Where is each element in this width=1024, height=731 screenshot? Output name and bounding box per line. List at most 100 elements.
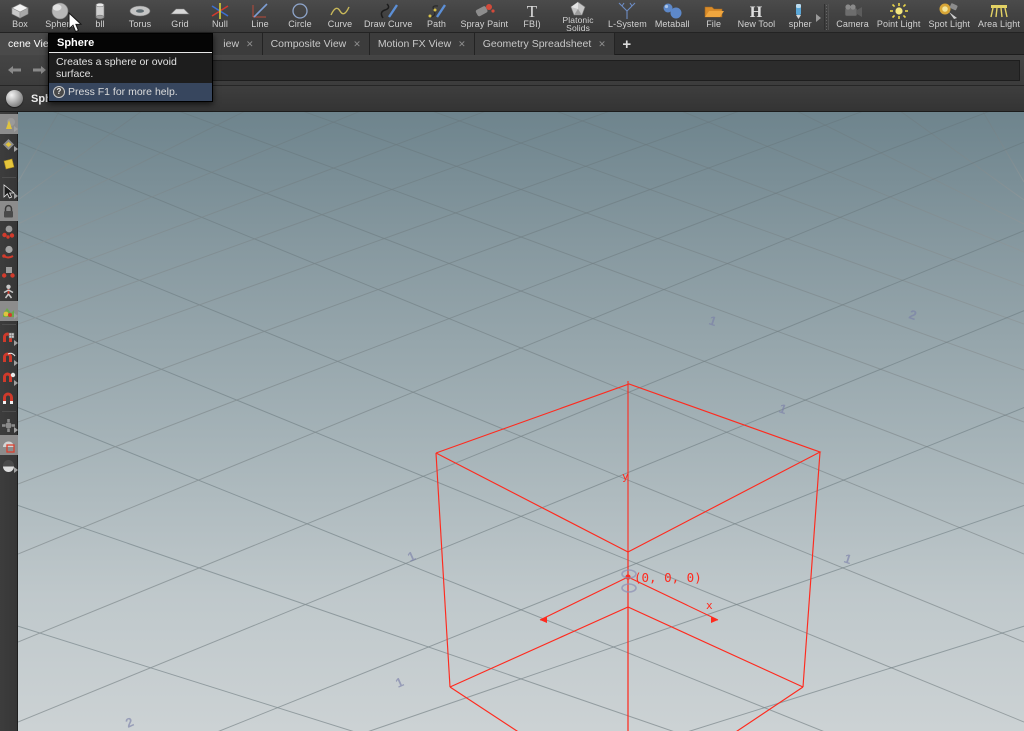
shelf-label: Area Light xyxy=(977,19,1020,29)
move-tool[interactable] xyxy=(0,221,18,241)
shelf-tool-l-system[interactable]: L-System xyxy=(604,0,651,33)
spot-light-icon xyxy=(934,1,964,20)
close-icon[interactable]: ✕ xyxy=(353,39,361,50)
origin-coordinate-label: (0, 0, 0) xyxy=(634,570,702,585)
area-light-icon xyxy=(984,1,1014,20)
shelf-label: Draw Curve xyxy=(363,19,413,29)
shelf-tool-box[interactable]: Box xyxy=(0,0,40,33)
tab-label: Geometry Spreadsheet xyxy=(482,38,592,50)
chevron-right-icon[interactable] xyxy=(13,467,18,473)
shelf-label: Metaball xyxy=(654,19,690,29)
shelf-label: L-System xyxy=(608,19,647,29)
shelf-label: Sphere xyxy=(45,19,75,29)
shelf-tool-line[interactable]: Line xyxy=(240,0,280,33)
shelf-separator[interactable] xyxy=(821,0,832,33)
x-axis-label: x xyxy=(706,599,713,612)
shelf-tool-area-light[interactable]: Area Light xyxy=(974,0,1024,33)
svg-text:H: H xyxy=(750,4,763,20)
shelf-tool-point-light[interactable]: Point Light xyxy=(873,0,925,33)
close-icon[interactable]: ✕ xyxy=(458,39,466,50)
shelf-tool-sphere[interactable]: Sphere xyxy=(40,0,80,33)
sphere-icon xyxy=(45,1,75,20)
shelf-tool-platonic-solids[interactable]: Platonic Solids xyxy=(552,0,604,33)
select-objects-tool[interactable] xyxy=(0,114,18,134)
tab-motion-fx-view[interactable]: Motion FX View ✕ xyxy=(369,33,475,55)
viewport-canvas: 2 1 1 2 1 1 1 y x (0, 0, 0) xyxy=(18,112,1024,731)
tooltip-description: Creates a sphere or ovoid surface. xyxy=(49,53,212,83)
chevron-right-icon[interactable] xyxy=(13,193,18,199)
shelf-tool-metaball[interactable]: Metaball xyxy=(651,0,694,33)
shelf-tool-draw-curve[interactable]: Draw Curve xyxy=(360,0,416,33)
shelf-tool-spray-paint[interactable]: Spray Paint xyxy=(456,0,512,33)
lock-icon xyxy=(4,204,13,217)
shelf-tool-null[interactable]: Null xyxy=(200,0,240,33)
shelf-tool-spot-light[interactable]: Spot Light xyxy=(924,0,974,33)
chevron-right-icon[interactable] xyxy=(13,146,18,152)
divider xyxy=(1,324,16,325)
forward-button[interactable] xyxy=(28,59,50,81)
scale-tool[interactable] xyxy=(0,261,18,281)
line-icon xyxy=(245,1,275,20)
shelf-tool-camera[interactable]: Camera xyxy=(832,0,873,33)
edit-pivot-tool[interactable] xyxy=(0,301,18,321)
chevron-right-icon[interactable] xyxy=(13,380,18,386)
svg-text:T: T xyxy=(527,2,538,20)
camera-icon xyxy=(838,1,868,20)
shelf-tool-grid[interactable]: Grid xyxy=(160,0,200,33)
null-icon xyxy=(205,1,235,20)
shelf-tool-new-tool[interactable]: H New Tool xyxy=(734,0,780,33)
shelf-tool-curve[interactable]: Curve xyxy=(320,0,360,33)
ground-grid xyxy=(18,112,1024,731)
file-icon xyxy=(699,1,729,20)
shelf-label: Null xyxy=(212,19,228,29)
scene-viewport[interactable]: 2 1 1 2 1 1 1 y x (0, 0, 0) xyxy=(18,112,1024,731)
shelf-tool-tube[interactable]: bll xyxy=(80,0,120,33)
magnet-curve-tool[interactable] xyxy=(0,348,18,368)
shelf-label: Point Light xyxy=(876,19,921,29)
display-options-tool[interactable] xyxy=(0,455,18,475)
shelf-tool-file[interactable]: File xyxy=(694,0,734,33)
shelf-label: Spot Light xyxy=(928,19,970,29)
tab-composite-view[interactable]: Composite View ✕ xyxy=(262,33,370,55)
torus-icon xyxy=(125,1,155,20)
magnet-icon xyxy=(3,392,13,404)
chevron-right-icon[interactable] xyxy=(13,360,18,366)
l-system-icon xyxy=(612,1,642,20)
tab-geometry-spreadsheet[interactable]: Geometry Spreadsheet ✕ xyxy=(474,33,615,55)
shelf-tool-torus[interactable]: Torus xyxy=(120,0,160,33)
svg-text:1: 1 xyxy=(777,401,789,418)
tooltip: Sphere Creates a sphere or ovoid surface… xyxy=(48,33,213,102)
close-icon[interactable]: ✕ xyxy=(598,39,606,50)
magnet-snap-tool[interactable] xyxy=(0,328,18,348)
platonic-solids-icon xyxy=(563,1,593,16)
arrow-pointer-tool[interactable] xyxy=(0,181,18,201)
snap-options-tool[interactable] xyxy=(0,415,18,435)
handle-lock-tool[interactable] xyxy=(0,201,18,221)
shelf-tool-path[interactable]: Path xyxy=(416,0,456,33)
rotate-tool[interactable] xyxy=(0,241,18,261)
add-tab-button[interactable]: + xyxy=(615,33,639,55)
grid-icon xyxy=(165,1,195,20)
spray-paint-icon xyxy=(469,1,499,20)
chevron-right-icon[interactable] xyxy=(816,14,822,22)
select-geometry-tool[interactable] xyxy=(0,134,18,154)
back-button[interactable] xyxy=(4,59,26,81)
svg-text:1: 1 xyxy=(707,313,719,330)
shelf-label: bll xyxy=(95,19,105,29)
shelf-tool-circle[interactable]: Circle xyxy=(280,0,320,33)
chevron-right-icon[interactable] xyxy=(13,126,18,132)
close-icon[interactable]: ✕ xyxy=(246,39,254,50)
select-dynamics-tool[interactable] xyxy=(0,154,18,174)
arrow-right-icon xyxy=(33,66,46,74)
pose-tool[interactable] xyxy=(0,281,18,301)
magnet-point-tool[interactable] xyxy=(0,368,18,388)
shelf-tool-spher[interactable]: spher xyxy=(779,0,822,33)
chevron-right-icon[interactable] xyxy=(13,340,18,346)
path-icon xyxy=(421,1,451,20)
chevron-right-icon[interactable] xyxy=(13,313,18,319)
chevron-right-icon[interactable] xyxy=(13,427,18,433)
construction-plane-tool[interactable] xyxy=(0,435,18,455)
sphere-icon xyxy=(6,90,23,107)
snap-magnet-tool[interactable] xyxy=(0,388,18,408)
shelf-tool-font[interactable]: T FBI) xyxy=(512,0,552,33)
